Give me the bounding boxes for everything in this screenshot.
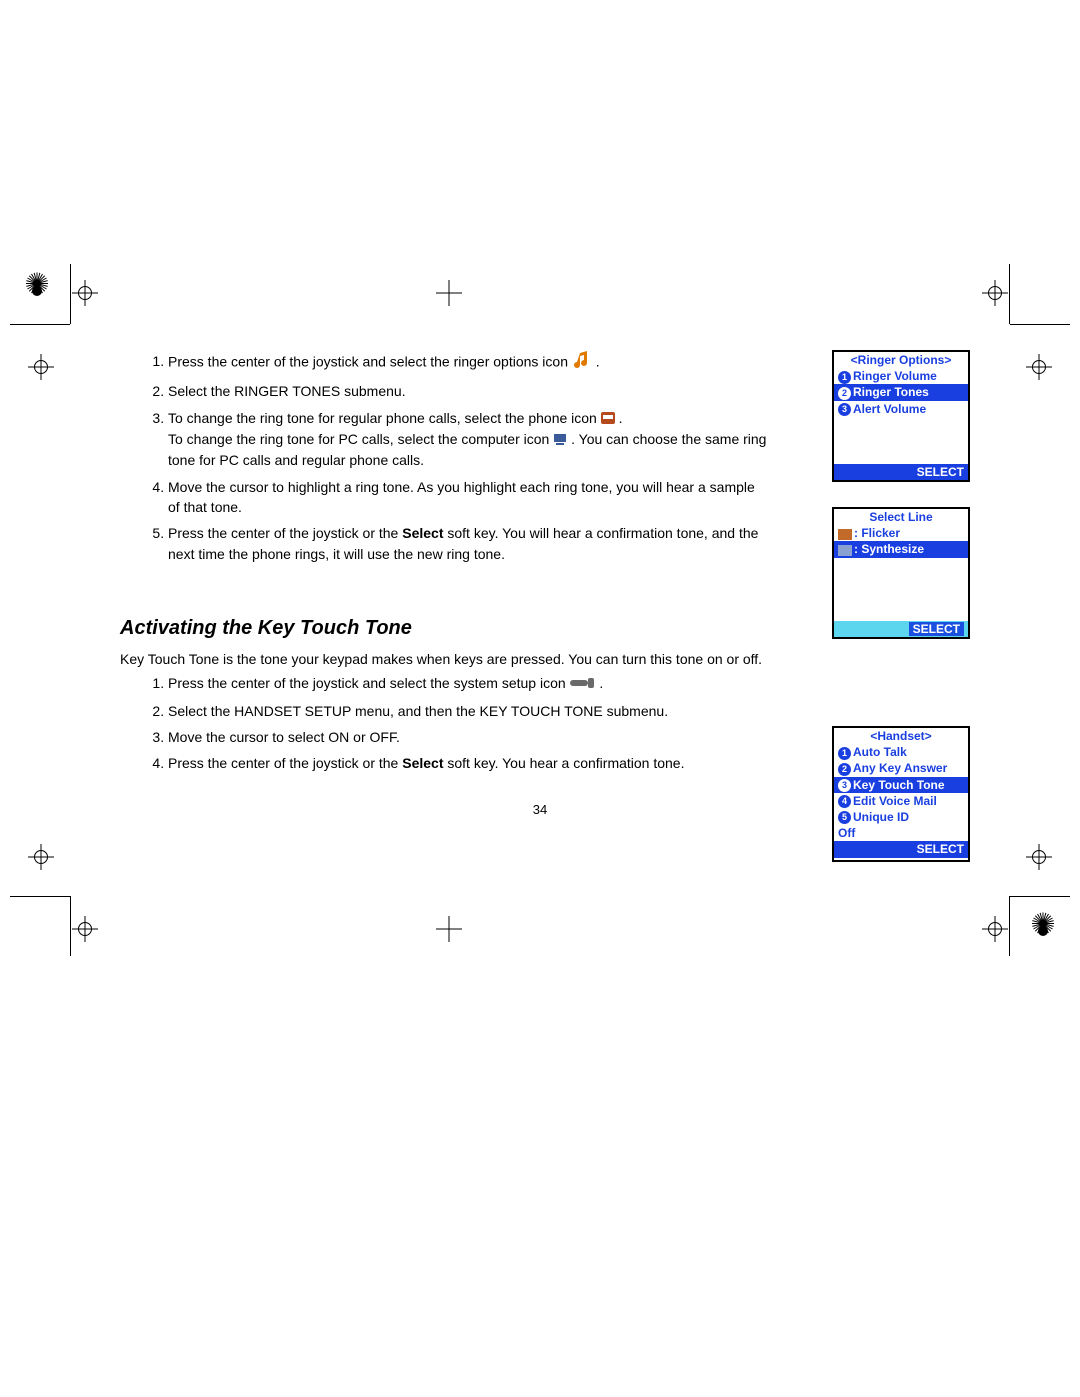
computer-icon — [838, 545, 852, 556]
registration-mark — [1026, 354, 1052, 380]
crop-mark — [10, 324, 70, 325]
screen2-select[interactable]: SELECT — [909, 622, 964, 636]
crop-mark — [70, 896, 71, 956]
step1-pre: Press the center of the joystick and sel… — [168, 353, 572, 369]
setup-icon — [570, 674, 596, 694]
registration-mark — [72, 280, 98, 306]
music-note-icon — [572, 350, 592, 375]
screen2-title: Select Line — [834, 509, 968, 525]
screen1-item2: 2Ringer Tones — [834, 384, 968, 400]
registration-mark — [28, 844, 54, 870]
screen1-item1: 1Ringer Volume — [834, 368, 968, 384]
crop-mark — [70, 264, 71, 324]
screen3-status: Off — [834, 825, 968, 841]
computer-icon — [553, 430, 567, 450]
registration-mark — [982, 916, 1008, 942]
screen1-title: <Ringer Options> — [834, 352, 968, 368]
screen2-item2: : Synthesize — [834, 541, 968, 557]
registration-mark — [72, 916, 98, 942]
crop-mark — [1010, 896, 1070, 897]
screen3-item4: 4Edit Voice Mail — [834, 793, 968, 809]
registration-mark — [436, 280, 462, 306]
screen1-select[interactable]: SELECT — [834, 464, 968, 480]
crop-mark — [1010, 324, 1070, 325]
phone-icon — [601, 409, 615, 429]
screen3-item2: 2Any Key Answer — [834, 760, 968, 776]
screen-ringer-options: <Ringer Options> 1Ringer Volume 2Ringer … — [832, 350, 970, 482]
screen-select-line: Select Line : Flicker : Synthesize SELEC… — [832, 507, 970, 639]
screen1-item3: 3Alert Volume — [834, 401, 968, 417]
screen3-select[interactable]: SELECT — [834, 841, 968, 857]
step1-post: . — [596, 353, 600, 369]
kt-step-1: Press the center of the joystick and sel… — [168, 673, 960, 694]
screen3-item5: 5Unique ID — [834, 809, 968, 825]
screen3-title: <Handset> — [834, 728, 968, 744]
starburst-mark — [22, 276, 52, 306]
crop-mark — [1009, 264, 1010, 324]
registration-mark — [28, 354, 54, 380]
starburst-mark — [1028, 916, 1058, 946]
screen3-item3: 3Key Touch Tone — [834, 777, 968, 793]
registration-mark — [436, 916, 462, 942]
phone-icon — [838, 529, 852, 540]
screen3-item1: 1Auto Talk — [834, 744, 968, 760]
screen2-footer: SELECT — [834, 621, 968, 637]
registration-mark — [1026, 844, 1052, 870]
kt-step-2: Select the HANDSET SETUP menu, and then … — [168, 701, 960, 721]
crop-mark — [10, 896, 70, 897]
registration-mark — [982, 280, 1008, 306]
section-intro: Key Touch Tone is the tone your keypad m… — [120, 649, 960, 669]
screen-handset: <Handset> 1Auto Talk 2Any Key Answer 3Ke… — [832, 726, 970, 862]
crop-mark — [1009, 896, 1010, 956]
screen2-item1: : Flicker — [834, 525, 968, 541]
